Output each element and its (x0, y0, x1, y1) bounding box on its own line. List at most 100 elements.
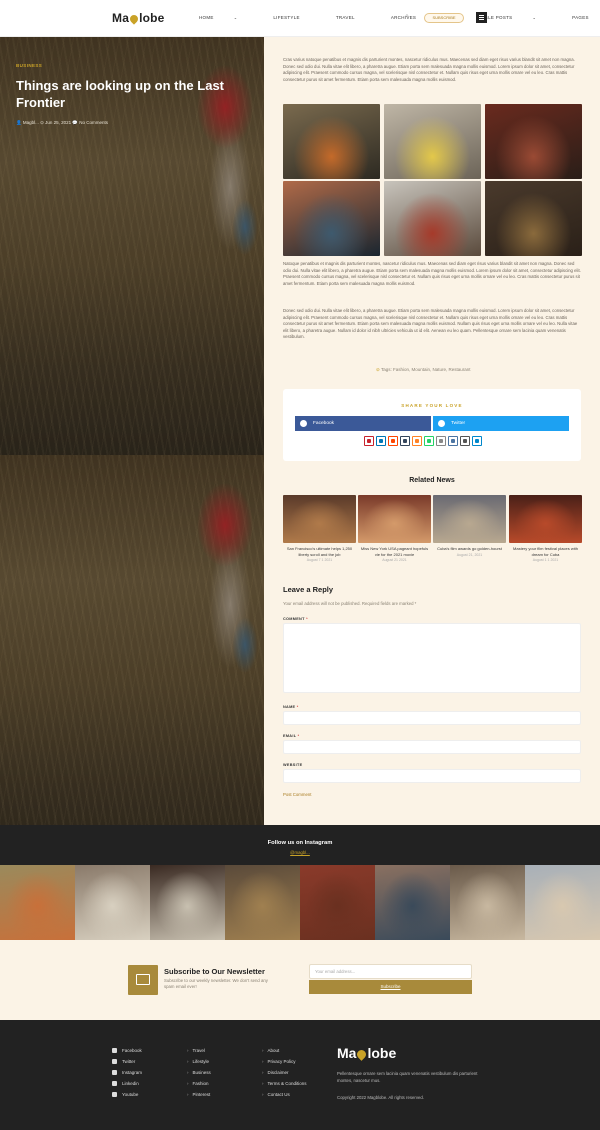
nav-item-travel[interactable]: Travel (336, 15, 373, 20)
nav-item-pages[interactable]: Pages⌄ (572, 15, 600, 20)
comment-textarea[interactable] (283, 623, 581, 693)
linkedin-icon[interactable] (376, 436, 386, 446)
chevron-right-icon: › (262, 1081, 264, 1086)
footer-link-about[interactable]: › About (262, 1045, 307, 1056)
footer-logo[interactable]: Ma lobe (337, 1045, 396, 1061)
related-item[interactable]: San Francisco's ultimate helps 1,250 lib… (283, 495, 356, 562)
footer-link-disclaimer[interactable]: › Disclaimer (262, 1067, 307, 1078)
facebook-share-button[interactable]: Facebook (295, 416, 431, 431)
newsletter-section: Subscribe to Our Newsletter Subscribe to… (0, 940, 600, 1020)
footer-category-list: › Travel › Lifestyle › Business › Fashion › Pinte… (187, 1045, 211, 1100)
instagram-image[interactable] (375, 865, 450, 940)
logo-text-end: lobe (139, 11, 165, 25)
instagram-image[interactable] (75, 865, 150, 940)
nav-item-home[interactable]: Home ⌄ (199, 15, 255, 20)
vk-icon[interactable] (448, 436, 458, 446)
print-icon[interactable] (460, 436, 470, 446)
related-image[interactable] (358, 495, 431, 543)
photo-gallery (283, 104, 582, 257)
related-title[interactable]: Miss New York USA pageant hopefuls vie f… (358, 546, 431, 557)
instagram-image[interactable] (225, 865, 300, 940)
footer-social-facebook[interactable]: Facebook (112, 1045, 142, 1056)
whatsapp-icon[interactable] (424, 436, 434, 446)
chevron-down-icon: ⌄ (532, 15, 537, 20)
article-paragraph-2: Natoque penatibus et magnis dis parturie… (283, 261, 581, 286)
gallery-image[interactable] (485, 104, 582, 179)
instagram-image[interactable] (300, 865, 375, 940)
footer-social-twitter[interactable]: Twitter (112, 1056, 142, 1067)
related-title[interactable]: Cuba's film awards go golden-hourst (433, 546, 506, 552)
newsletter-heading: Subscribe to Our Newsletter (164, 967, 265, 976)
gallery-image[interactable] (283, 181, 380, 256)
email-icon[interactable] (436, 436, 446, 446)
related-item[interactable]: Mastery your film festival places with d… (509, 495, 582, 562)
email-field[interactable] (283, 740, 581, 754)
footer-social-instagram[interactable]: Instagram (112, 1067, 142, 1078)
website-label: Website (283, 763, 303, 767)
reply-note: Your email address will not be published… (283, 601, 417, 606)
footer-logo-start: Ma (337, 1045, 357, 1061)
related-item[interactable]: Cuba's film awards go golden-hourst Augus… (433, 495, 506, 557)
related-item[interactable]: Miss New York USA pageant hopefuls vie f… (358, 495, 431, 562)
footer-category-business[interactable]: › Business (187, 1067, 211, 1078)
post-comment-button[interactable]: Post Comment (283, 792, 311, 797)
footer-social-linkedin[interactable]: Linkedin (112, 1078, 142, 1089)
gallery-image[interactable] (384, 104, 481, 179)
footer-category-lifestyle[interactable]: › Lifestyle (187, 1056, 211, 1067)
instagram-handle[interactable]: @magbl... (0, 850, 600, 855)
related-image[interactable] (433, 495, 506, 543)
footer-link-label: Lifestyle (192, 1059, 210, 1064)
nav-item-label: Home (199, 15, 214, 20)
footer-category-fashion[interactable]: › Fashion (187, 1078, 211, 1089)
article-paragraph-3: Donec sed odio dui. Nulla vitae elit lib… (283, 308, 578, 340)
related-title[interactable]: San Francisco's ultimate helps 1,250 lib… (283, 546, 356, 557)
footer-link-terms-conditions[interactable]: › Terms & Conditions (262, 1078, 307, 1089)
related-image[interactable] (283, 495, 356, 543)
nav-item-label: Lifestyle (273, 15, 300, 20)
nav-item-single-posts[interactable]: Single Posts ⌄ (476, 15, 554, 20)
post-category[interactable]: Business (16, 63, 42, 68)
footer-category-travel[interactable]: › Travel (187, 1045, 211, 1056)
related-date: August 21, 2021 (456, 552, 483, 557)
instagram-image[interactable] (450, 865, 525, 940)
instagram-image[interactable] (525, 865, 600, 940)
footer-links-list: › About › Privacy Policy › Disclaimer › Terms &… (262, 1045, 307, 1100)
newsletter-description: Subscribe to our weekly newsletter. We d… (164, 978, 268, 989)
tags-text[interactable]: Tags: Fashion, Mountain, Nature, Restaur… (381, 367, 471, 372)
footer-link-label: Travel (192, 1048, 205, 1053)
instagram-image[interactable] (0, 865, 75, 940)
menu-icon[interactable] (476, 12, 487, 23)
newsletter-subscribe-button[interactable]: Subscribe (309, 980, 472, 994)
search-icon[interactable]: ⌕ (405, 13, 409, 21)
nav-item-label: Pages (572, 15, 589, 20)
related-title[interactable]: Mastery your film festival places with d… (509, 546, 582, 557)
footer-link-privacy-policy[interactable]: › Privacy Policy (262, 1056, 307, 1067)
website-field[interactable] (283, 769, 581, 783)
footer-social-youtube[interactable]: Youtube (112, 1089, 142, 1100)
instagram-feed (0, 865, 600, 940)
twitter-share-button[interactable]: Twitter (433, 416, 569, 431)
nav-item-lifestyle[interactable]: Lifestyle (273, 15, 317, 20)
newsletter-email-input[interactable]: Your email address... (309, 964, 472, 979)
gallery-image[interactable] (384, 181, 481, 256)
gallery-image[interactable] (283, 104, 380, 179)
telegram-icon[interactable] (472, 436, 482, 446)
instagram-image[interactable] (150, 865, 225, 940)
related-heading: Related News (409, 477, 455, 484)
site-logo[interactable]: Ma lobe (112, 11, 165, 25)
footer-category-pinterest[interactable]: › Pinterest (187, 1089, 211, 1100)
name-field[interactable] (283, 711, 581, 725)
related-image[interactable] (509, 495, 582, 543)
mix-icon[interactable] (412, 436, 422, 446)
share-box: Share your love Facebook Twitter (283, 389, 581, 461)
footer-link-label: Terms & Conditions (267, 1081, 307, 1086)
footer-link-contact-us[interactable]: › Contact Us (262, 1089, 307, 1100)
tumblr-icon[interactable] (400, 436, 410, 446)
instagram-title: Follow us on Instagram (267, 840, 333, 846)
reddit-icon[interactable] (388, 436, 398, 446)
chevron-right-icon: › (262, 1070, 264, 1075)
pinterest-icon[interactable] (364, 436, 374, 446)
related-date: August 7 1 2021 (306, 558, 333, 562)
subscribe-button[interactable]: Subscribe (424, 13, 464, 23)
gallery-image[interactable] (485, 181, 582, 256)
